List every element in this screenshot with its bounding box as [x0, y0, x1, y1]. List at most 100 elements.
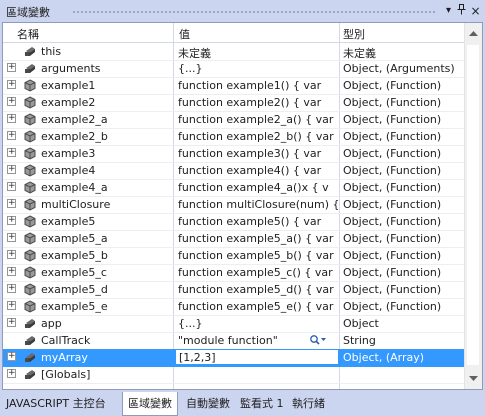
table-row[interactable]: + example2_a function example2_a() { var Ob… — [3, 111, 465, 129]
expand-icon[interactable]: + — [7, 267, 16, 276]
variable-type: Object, (Function) — [343, 164, 442, 177]
table-row[interactable]: + example3 function example3() { var Object… — [3, 145, 465, 163]
scroll-down-icon[interactable] — [468, 373, 479, 383]
table-row[interactable]: + example4 function example4() { var Object… — [3, 162, 465, 180]
variable-name: example2_b — [41, 130, 108, 143]
variable-value: function example5() { var — [178, 215, 322, 228]
variable-name: multiClosure — [41, 198, 111, 211]
close-icon[interactable]: × — [469, 4, 482, 18]
variable-value: 未定義 — [178, 47, 211, 60]
expand-icon[interactable]: + — [7, 182, 16, 191]
variable-name: example4_a — [41, 181, 108, 194]
table-row[interactable]: + example5_c function example5_c() { var Ob… — [3, 264, 465, 282]
table-row[interactable]: + example1 function example1() { var Object… — [3, 77, 465, 95]
variable-type: Object, (Function) — [343, 283, 442, 296]
vertical-scrollbar[interactable] — [464, 23, 482, 389]
expand-icon[interactable]: + — [7, 165, 16, 174]
table-row[interactable]: + app {...} Object — [3, 315, 465, 333]
tab-3[interactable]: 自動變數 — [186, 395, 230, 411]
tab-5[interactable]: 執行緒 — [292, 395, 325, 411]
table-row[interactable]: + multiClosure function multiClosure(num) … — [3, 196, 465, 214]
column-header-row: 名稱 值 型別 — [3, 23, 465, 43]
scroll-up-icon[interactable] — [468, 29, 479, 39]
variable-value: function example2_a() { var — [178, 113, 334, 126]
variable-type: Object, (Function) — [343, 198, 442, 211]
expand-icon[interactable]: + — [7, 114, 16, 123]
tab-1[interactable]: JAVASCRIPT 主控台 — [6, 395, 106, 411]
tab-4[interactable]: 監看式 1 — [240, 395, 284, 411]
column-header-value[interactable]: 值 — [179, 26, 190, 42]
variable-name: example1 — [41, 79, 96, 92]
dropdown-icon[interactable]: ▾ — [442, 4, 455, 18]
variable-name: example5_a — [41, 232, 108, 245]
table-row[interactable]: + example5 function example5() { var Object… — [3, 213, 465, 231]
value-edit-field[interactable]: [1,2,3] — [175, 349, 339, 365]
variable-name: myArray — [41, 351, 88, 364]
visualizer-magnifier-icon[interactable] — [309, 334, 327, 346]
variable-type: Object, (Arguments) — [343, 62, 455, 75]
expand-icon[interactable]: + — [7, 97, 16, 106]
expand-icon[interactable]: + — [7, 284, 16, 293]
variable-value: function example5_b() { var — [178, 249, 334, 262]
expand-icon[interactable]: + — [7, 199, 16, 208]
variable-type: Object, (Function) — [343, 96, 442, 109]
variable-type: Object, (Function) — [343, 147, 442, 160]
variable-name: arguments — [41, 62, 101, 75]
table-row[interactable]: + example4_a function example4_a()x { v Obj… — [3, 179, 465, 197]
table-row[interactable]: + example2_b function example2_b() { var Ob… — [3, 128, 465, 146]
table-row[interactable]: + example5_d function example5_d() { var Ob… — [3, 281, 465, 299]
variable-type: Object, (Function) — [343, 79, 442, 92]
variable-type: Object, (Array) — [343, 351, 425, 364]
expand-icon[interactable]: + — [7, 216, 16, 225]
variable-value: function example5_a() { var — [178, 232, 334, 245]
expand-icon[interactable]: + — [7, 80, 16, 89]
table-row[interactable]: + example5_e function example5_e() { var Ob… — [3, 298, 465, 316]
method-icon — [23, 96, 37, 109]
column-header-type[interactable]: 型別 — [343, 26, 365, 42]
table-row[interactable]: + example5_b function example5_b() { var Ob… — [3, 247, 465, 265]
expand-icon[interactable]: + — [7, 148, 16, 157]
locals-grid: 名稱 值 型別 this 未定義 未定義 + arguments {...} Object,… — [3, 23, 465, 389]
variable-name: example3 — [41, 147, 96, 160]
expand-icon[interactable]: + — [7, 318, 16, 327]
variable-value: function example4() { var — [178, 164, 322, 177]
variable-name: example5_b — [41, 249, 108, 262]
variable-name: example2_a — [41, 113, 108, 126]
tab-2[interactable]: 區域變數 — [122, 392, 178, 416]
table-row-selected[interactable]: + myArray [1,2,3] Object, (Array) — [3, 349, 465, 367]
method-icon — [23, 147, 37, 160]
variable-value: function example5_c() { var — [178, 266, 333, 279]
pin-icon[interactable] — [455, 4, 468, 18]
variable-type: Object, (Function) — [343, 181, 442, 194]
variable-type: Object, (Function) — [343, 215, 442, 228]
table-row[interactable]: CallTrack "module function" String — [3, 332, 465, 350]
method-icon — [23, 283, 37, 296]
expand-icon[interactable]: + — [7, 352, 16, 361]
variable-name: example4 — [41, 164, 96, 177]
variable-name: [Globals] — [41, 368, 91, 381]
expand-icon[interactable]: + — [7, 131, 16, 140]
expand-icon[interactable]: + — [7, 301, 16, 310]
expand-icon[interactable]: + — [7, 63, 16, 72]
table-row[interactable]: this 未定義 未定義 — [3, 43, 465, 61]
variable-value: function example1() { var — [178, 79, 322, 92]
property-icon — [23, 368, 37, 381]
variable-name: example5_e — [41, 300, 108, 313]
table-row[interactable]: + example5_a function example5_a() { var Ob… — [3, 230, 465, 248]
table-row[interactable]: + example2 function example2() { var Object… — [3, 94, 465, 112]
scroll-thumb[interactable] — [467, 45, 479, 365]
method-icon — [23, 79, 37, 92]
expand-icon[interactable]: + — [7, 233, 16, 242]
table-row[interactable]: + [Globals] — [3, 366, 465, 384]
table-row[interactable]: + arguments {...} Object, (Arguments) — [3, 60, 465, 78]
property-icon — [23, 334, 37, 347]
variable-type: Object, (Function) — [343, 300, 442, 313]
method-icon — [23, 232, 37, 245]
variable-value: function example5_d() { var — [178, 283, 334, 296]
title-grip[interactable] — [72, 10, 435, 14]
expand-icon[interactable]: + — [7, 369, 16, 378]
column-header-name[interactable]: 名稱 — [17, 26, 39, 42]
expand-icon[interactable]: + — [7, 250, 16, 259]
method-icon — [23, 198, 37, 211]
tab-strip: JAVASCRIPT 主控台 區域變數 自動變數 監看式 1 執行緒 — [0, 390, 485, 416]
